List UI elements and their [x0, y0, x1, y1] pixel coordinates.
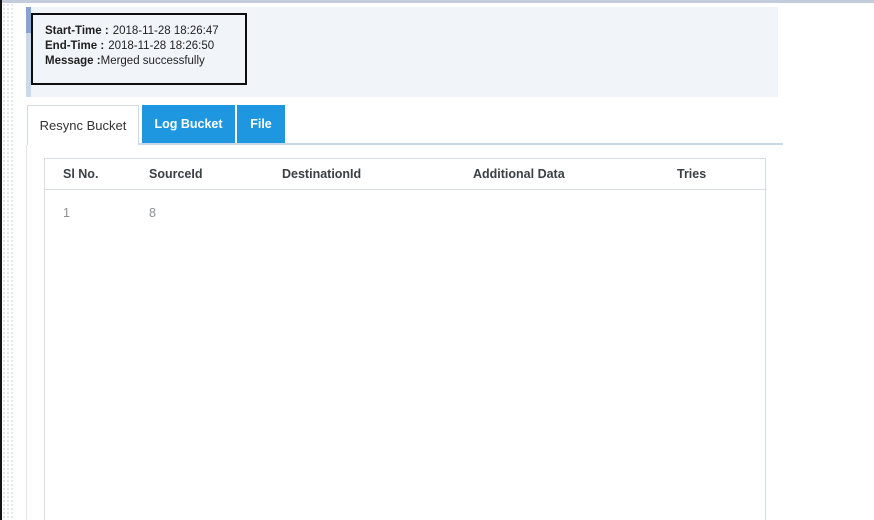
tab-bar: Resync Bucket Log Bucket File	[27, 105, 285, 145]
end-time-label: End-Time :	[45, 40, 105, 52]
tab-resync-bucket[interactable]: Resync Bucket	[27, 105, 139, 145]
start-time-label: Start-Time :	[45, 25, 109, 37]
message-label: Message :	[45, 55, 101, 67]
tab-log-bucket[interactable]: Log Bucket	[142, 105, 235, 143]
tab-underline	[27, 143, 783, 145]
tab-file-label: File	[250, 117, 272, 131]
tab-file[interactable]: File	[237, 105, 285, 143]
message-line: Message :Merged successfully	[45, 54, 233, 69]
cell-additional-data	[455, 190, 659, 227]
tab-log-bucket-label: Log Bucket	[154, 117, 223, 131]
column-header-source-id: SourceId	[131, 159, 264, 190]
tab-resync-bucket-label: Resync Bucket	[39, 118, 127, 133]
table-row: 1 8	[45, 190, 767, 227]
start-time-value: 2018-11-28 18:26:47	[112, 25, 219, 37]
cell-sl-no: 1	[63, 206, 70, 220]
column-header-sl-no: Sl No.	[45, 159, 131, 190]
end-time-line: End-Time :2018-11-28 18:26:50	[45, 39, 233, 54]
status-panel: Start-Time :2018-11-28 18:26:47 End-Time…	[26, 7, 778, 97]
content-left-border	[26, 145, 27, 520]
resync-bucket-table: Sl No. SourceId DestinationId Additional…	[45, 159, 767, 226]
resync-bucket-table-container: Sl No. SourceId DestinationId Additional…	[44, 158, 767, 520]
column-header-destination-id: DestinationId	[264, 159, 455, 190]
top-border-line	[0, 0, 874, 3]
message-value: Merged successfully	[100, 55, 205, 67]
cell-source-id: 8	[149, 206, 156, 220]
left-dotted-texture	[2, 3, 13, 520]
cell-tries	[659, 190, 767, 227]
start-time-line: Start-Time :2018-11-28 18:26:47	[45, 24, 233, 39]
cell-destination-id	[264, 190, 455, 227]
end-time-value: 2018-11-28 18:26:50	[108, 40, 215, 52]
column-header-additional-data: Additional Data	[455, 159, 659, 190]
table-header-row: Sl No. SourceId DestinationId Additional…	[45, 159, 767, 190]
merge-status-box: Start-Time :2018-11-28 18:26:47 End-Time…	[31, 13, 247, 85]
column-header-tries: Tries	[659, 159, 767, 190]
